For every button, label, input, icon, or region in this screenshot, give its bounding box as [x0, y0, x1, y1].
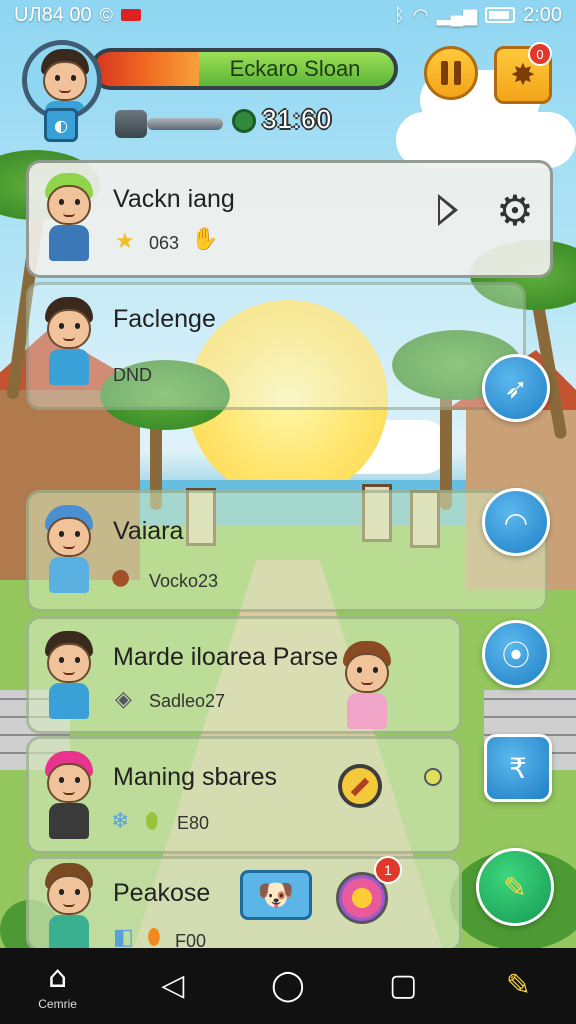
- character-avatar: [37, 297, 101, 387]
- character-avatar: [37, 173, 101, 263]
- card-value: Sadleo27: [149, 691, 226, 711]
- block-icon: ◧: [113, 925, 134, 950]
- card-title: Vaiara: [113, 517, 184, 545]
- nav-home-circle[interactable]: ◯: [253, 956, 323, 1016]
- card-title: Peakose: [113, 879, 211, 907]
- status-bar: UЛ84 00 © ᛒ ◠ ▂▄▆ 2:00: [0, 0, 576, 30]
- navigation-bar: ⌂ Cemrie ◁ ◯ ▢ ✎: [0, 948, 576, 1024]
- wifi-icon: ◠: [412, 4, 429, 25]
- wifi-button[interactable]: ◠: [482, 488, 550, 556]
- card-title: Maning sbares: [113, 763, 277, 791]
- shop-button[interactable]: ₹: [484, 734, 552, 802]
- cookie-icon: ●: [111, 565, 131, 590]
- pot-icon: ⬮: [145, 809, 159, 834]
- alert-badge: 0: [528, 42, 552, 66]
- pencil-icon: ✎: [503, 870, 527, 904]
- status-time: 2:00: [523, 3, 562, 26]
- pause-button[interactable]: [424, 46, 478, 100]
- recents-icon: ▢: [388, 968, 418, 1003]
- xp-bar: Eckaro Sloan: [90, 48, 398, 90]
- energy-icon: [115, 106, 225, 138]
- play-button[interactable]: [438, 194, 458, 226]
- send-icon: ➶: [504, 371, 528, 405]
- dog-icon: 🐶: [257, 877, 295, 913]
- map-pin-button[interactable]: ⦿: [482, 620, 550, 688]
- xp-bar-fill: [94, 52, 199, 86]
- character-avatar: [37, 631, 101, 721]
- notification-badge: 1: [374, 856, 402, 884]
- map-pin-icon: ⦿: [501, 639, 530, 672]
- signal-icon: ▂▄▆: [436, 4, 478, 25]
- home-icon: ⌂: [48, 960, 68, 995]
- timer-readout: 31:60: [262, 104, 333, 134]
- dog-pet-button[interactable]: 🐶: [240, 870, 312, 920]
- back-icon: ◁: [161, 968, 185, 1003]
- quest-card[interactable]: Vaiara ● Vocko23: [26, 490, 548, 612]
- shop-icon: ₹: [509, 751, 527, 785]
- send-button[interactable]: ➶: [482, 354, 550, 422]
- quest-card[interactable]: Faclenge DND: [26, 282, 526, 410]
- quest-card[interactable]: Maning sbares ❄ ⬮ E80: [26, 736, 462, 854]
- player-level-badge: ◐: [44, 108, 78, 142]
- card-title: Vackn iang: [113, 185, 235, 213]
- nav-back[interactable]: ◁: [138, 956, 208, 1016]
- notification-icon: [120, 9, 141, 21]
- character-avatar: [37, 505, 101, 595]
- pause-icon: [454, 61, 461, 85]
- card-value: Vocko23: [149, 571, 219, 591]
- pencil-icon: ✎: [505, 968, 531, 1003]
- card-value: 063: [149, 233, 180, 253]
- copyright-icon: ©: [99, 4, 113, 25]
- nav-home-label: Cemrie: [38, 997, 77, 1011]
- nav-recents[interactable]: ▢: [368, 956, 438, 1016]
- star-icon: ★: [115, 229, 135, 254]
- character-figure: [335, 641, 399, 731]
- carrot-icon: ⬮: [147, 925, 161, 950]
- battery-icon: [485, 7, 516, 23]
- home-circle-icon: ◯: [271, 968, 305, 1003]
- nav-home[interactable]: ⌂ Cemrie: [23, 956, 93, 1016]
- status-left: UЛ84 00 ©: [14, 4, 141, 27]
- status-left-text: UЛ84 00: [14, 3, 92, 26]
- coin-icon: [232, 109, 256, 133]
- nav-pencil[interactable]: ✎: [483, 956, 553, 1016]
- small-gear-icon: [424, 768, 442, 786]
- status-right: ᛒ ◠ ▂▄▆ 2:00: [394, 4, 562, 27]
- player-name: Eckaro Sloan: [229, 56, 361, 81]
- build-button[interactable]: ✎: [476, 848, 554, 926]
- gear-icon[interactable]: ⚙: [492, 188, 538, 234]
- wifi-icon: ◠: [503, 505, 529, 539]
- card-title: Faclenge: [113, 305, 216, 333]
- compass-icon[interactable]: [338, 764, 382, 808]
- character-avatar: [37, 751, 101, 841]
- snowflake-icon: ❄: [111, 809, 130, 834]
- quest-card[interactable]: Vackn iang ★ 063 ✋: [26, 160, 553, 278]
- card-title: Marde iloarea Parse: [113, 643, 339, 671]
- card-value: E80: [177, 813, 210, 833]
- card-value: DND: [113, 365, 152, 385]
- pause-icon: [441, 61, 448, 85]
- hand-icon: ✋: [191, 227, 219, 252]
- character-avatar: [37, 863, 101, 953]
- tag-icon: ◈: [115, 687, 132, 712]
- bluetooth-icon: ᛒ: [394, 4, 405, 25]
- quest-card[interactable]: Marde iloarea Parse ◈ Sadleo27: [26, 616, 462, 734]
